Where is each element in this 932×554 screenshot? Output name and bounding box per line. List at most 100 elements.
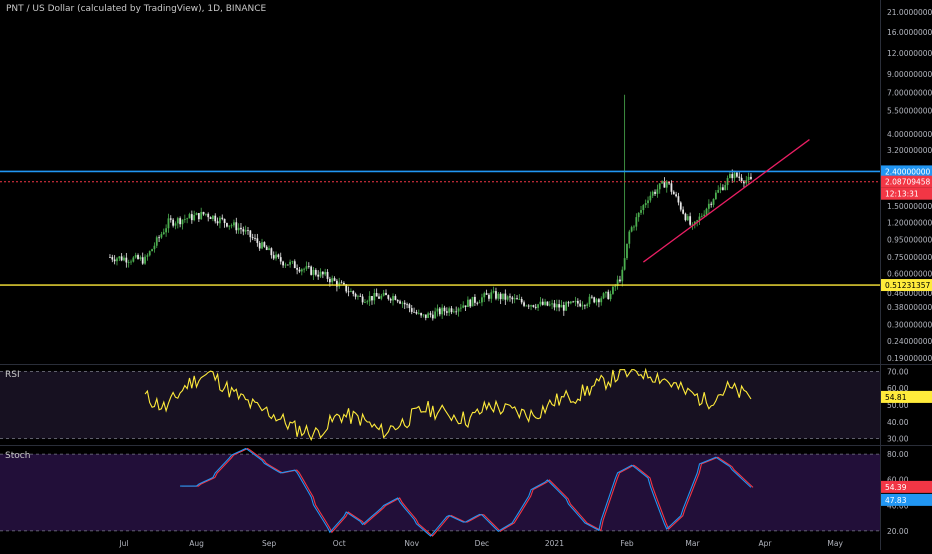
- candle-body: [647, 200, 649, 204]
- candle-body: [361, 296, 364, 303]
- candle-body: [296, 268, 299, 270]
- candle-body: [202, 211, 205, 215]
- candle-body: [359, 295, 362, 297]
- time-tick-label: Aug: [189, 539, 204, 548]
- candle-body: [523, 302, 525, 306]
- candle-body: [261, 242, 263, 249]
- candle-body: [609, 293, 612, 300]
- candle-body: [569, 301, 572, 304]
- candle-body: [672, 191, 675, 195]
- candle-body: [527, 305, 530, 307]
- candle-body: [492, 291, 495, 293]
- candle-body: [738, 176, 741, 178]
- candle-body: [504, 293, 507, 300]
- candle-body: [590, 296, 593, 298]
- candle-body: [551, 303, 554, 305]
- candle-body: [595, 299, 598, 303]
- price-tick-label: 4.00000000: [887, 130, 932, 139]
- candle-body: [607, 291, 610, 300]
- candle-body: [509, 296, 511, 298]
- candle-body: [417, 313, 420, 314]
- candle-body: [420, 313, 423, 316]
- chart-window[interactable]: 21.00000000 16.00000000 12.00000000 9.00000…: [0, 0, 932, 550]
- candle-body: [703, 214, 706, 216]
- candle-body: [319, 271, 322, 277]
- candle-body: [490, 292, 493, 299]
- candle-body: [251, 237, 254, 239]
- candle-body: [357, 295, 359, 297]
- candle-body: [506, 296, 509, 300]
- candle-body: [265, 246, 268, 251]
- support-price-badge: 0.51231357: [885, 281, 931, 290]
- candle-body: [502, 293, 504, 300]
- candle-body: [471, 296, 474, 307]
- candle-body: [700, 215, 703, 217]
- price-tick-label: 0.95000000: [887, 236, 932, 245]
- candle-body: [516, 298, 518, 300]
- candle-body: [445, 311, 448, 313]
- candle-body: [310, 266, 313, 275]
- time-tick-label: Mar: [685, 539, 700, 548]
- candle-body: [282, 261, 284, 266]
- candle-body: [127, 262, 130, 263]
- time-tick-label: Nov: [404, 539, 419, 548]
- candle-body: [474, 296, 476, 303]
- stoch-label[interactable]: Stoch: [5, 451, 30, 461]
- rsi-value-badge: 54.81: [885, 393, 907, 402]
- candle-body: [183, 219, 186, 220]
- rsi-label[interactable]: RSI: [5, 370, 20, 380]
- candle-body: [343, 283, 345, 285]
- candle-body: [438, 308, 441, 315]
- candle-body: [392, 296, 394, 301]
- price-tick-label: 3.20000000: [887, 146, 932, 155]
- candle-body: [263, 242, 266, 247]
- stoch-d-badge: 47.83: [885, 496, 907, 505]
- candle-body: [567, 302, 570, 304]
- candle-body: [340, 282, 343, 284]
- candle-body: [289, 261, 291, 265]
- candle-body: [307, 266, 310, 268]
- time-tick-label: Oct: [333, 539, 346, 548]
- candle-body: [588, 296, 591, 305]
- rsi-tick-label: 40.00: [887, 418, 909, 427]
- candle-body: [431, 314, 434, 319]
- candle-body: [389, 298, 392, 301]
- candle-body: [565, 302, 568, 311]
- candle-body: [684, 213, 687, 221]
- candle-body: [141, 257, 144, 264]
- price-tick-label: 0.19000000: [887, 354, 932, 363]
- candle-body: [219, 217, 221, 224]
- candle-body: [612, 286, 614, 294]
- candle-body: [155, 237, 158, 246]
- candle-body: [649, 195, 652, 201]
- candle-body: [321, 271, 324, 275]
- candle-body: [375, 293, 378, 297]
- trading-chart[interactable]: 21.00000000 16.00000000 12.00000000 9.00000…: [0, 0, 932, 550]
- candle-body: [619, 279, 621, 282]
- candle-body: [464, 305, 467, 308]
- candle-body: [366, 301, 369, 303]
- candle-body: [314, 269, 317, 275]
- candle-body: [240, 227, 242, 230]
- candle-body: [190, 214, 193, 221]
- candle-body: [630, 227, 633, 232]
- candle-body: [268, 248, 270, 251]
- candle-body: [518, 299, 521, 300]
- candle-body: [651, 191, 654, 196]
- candle-body: [548, 304, 551, 306]
- last-price-badge: 2.08709458: [885, 178, 931, 187]
- candle-body: [333, 278, 336, 281]
- candle-body: [123, 257, 125, 261]
- candle-body: [368, 295, 371, 302]
- price-tick-label: 0.60000000: [887, 269, 932, 278]
- candle-body: [614, 286, 617, 287]
- candle-body: [188, 214, 191, 219]
- candle-body: [204, 213, 207, 215]
- candle-body: [628, 231, 631, 244]
- candle-body: [537, 304, 539, 308]
- candle-body: [670, 183, 673, 192]
- price-tick-label: 5.50000000: [887, 106, 932, 115]
- candle-body: [424, 314, 427, 318]
- candle-body: [654, 191, 656, 194]
- candle-body: [679, 202, 682, 210]
